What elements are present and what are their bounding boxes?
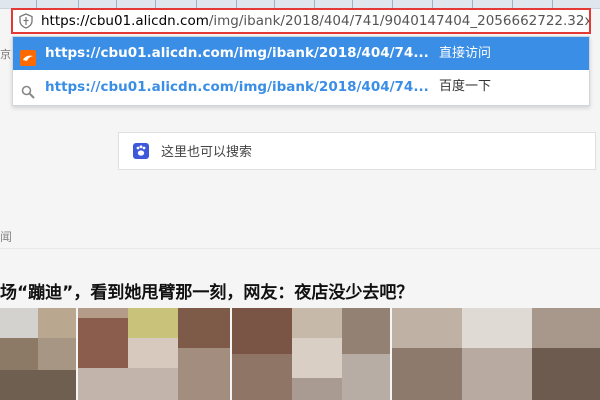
suggestion-baidu-search[interactable]: https://cbu01.alicdn.com/img/ibank/2018/… [13,70,589,104]
article-thumbnail-1[interactable] [0,308,76,400]
suggestion-action-label: 直接访问 [439,46,492,61]
tab-separator [392,0,393,8]
article-thumbnail-3[interactable] [232,308,390,400]
search-input[interactable] [159,141,583,163]
tab-separator [236,0,237,8]
divider [0,248,600,249]
search-icon [20,79,36,99]
alibaba-icon [20,46,36,66]
address-bar[interactable]: https://cbu01.alicdn.com/img/ibank/2018/… [11,8,591,34]
url-path: /img/ibank/2018/404/741/9040147404_20566… [208,13,589,29]
tab-separator [472,0,473,8]
tab-separator [314,0,315,8]
tab-separator [78,0,79,8]
page-search-box[interactable] [118,132,596,170]
suggestion-url: https://cbu01.alicdn.com/img/ibank/2018/… [45,79,429,95]
article-thumbnail-4[interactable] [392,308,600,400]
tab-separator [512,0,513,8]
address-suggestions-dropdown: https://cbu01.alicdn.com/img/ibank/2018/… [12,36,590,106]
suggestion-url: https://cbu01.alicdn.com/img/ibank/2018/… [45,45,429,61]
tab-separator [552,0,553,8]
suggestion-direct-visit[interactable]: https://cbu01.alicdn.com/img/ibank/2018/… [13,37,589,70]
article-headline[interactable]: 场“蹦迪”，看到她甩臂那一刻，网友：夜店没少去吧？ [0,278,600,303]
suggestion-action-label: 百度一下 [439,79,492,94]
tab-separator [36,0,37,8]
url-text[interactable]: https://cbu01.alicdn.com/img/ibank/2018/… [41,13,589,29]
shield-icon[interactable] [18,13,34,29]
tab-separator [432,0,433,8]
tab-separator [196,0,197,8]
tab-separator [274,0,275,8]
tab-separator [155,0,156,8]
tab-separator [352,0,353,8]
section-label-fragment: 闻 [0,230,13,244]
tab-separator [116,0,117,8]
article-thumbnail-2[interactable] [78,308,230,400]
paw-icon [133,143,149,159]
url-host: https://cbu01.alicdn.com [41,13,209,29]
